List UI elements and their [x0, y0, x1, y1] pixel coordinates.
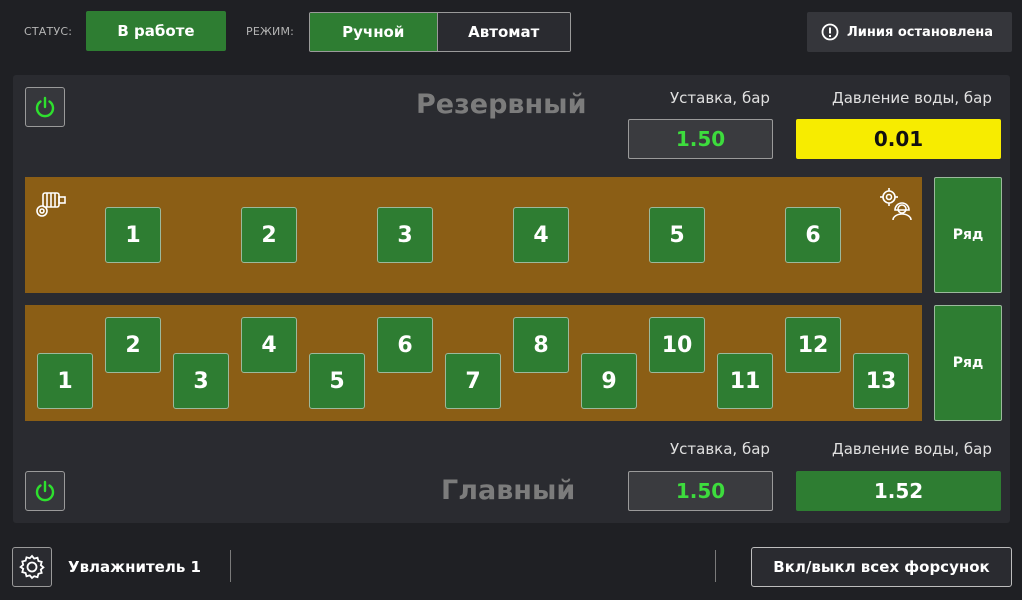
status-label: СТАТУС: — [24, 25, 73, 38]
toggle-all-nozzles-button[interactable]: Вкл/выкл всех форсунок — [751, 547, 1012, 587]
main-nozzle-button[interactable]: 8 — [513, 317, 569, 373]
top-bar: СТАТУС: В работе РЕЖИМ: Ручной Автомат Л… — [0, 0, 1022, 64]
main-title: Главный — [441, 475, 576, 506]
reserve-nozzle-button[interactable]: 5 — [649, 207, 705, 263]
main-nozzle-button[interactable]: 6 — [377, 317, 433, 373]
main-pressure-value: 1.52 — [796, 471, 1001, 511]
settings-gear-icon — [18, 553, 46, 581]
line-status-text: Линия остановлена — [847, 24, 994, 40]
main-nozzle-button[interactable]: 13 — [853, 353, 909, 409]
mode-switch: Ручной Автомат — [309, 12, 571, 52]
divider — [715, 550, 716, 582]
power-icon — [33, 479, 57, 503]
main-nozzle-button[interactable]: 7 — [445, 353, 501, 409]
main-nozzle-button[interactable]: 12 — [785, 317, 841, 373]
reserve-nozzle-button[interactable]: 2 — [241, 207, 297, 263]
main-setpoint-field[interactable]: 1.50 — [628, 471, 773, 511]
alert-circle-icon — [821, 23, 839, 41]
mode-auto-button[interactable]: Автомат — [436, 13, 570, 51]
main-power-button[interactable] — [25, 471, 65, 511]
gear-worker-icon — [878, 186, 914, 226]
main-nozzle-button[interactable]: 2 — [105, 317, 161, 373]
main-row-button[interactable]: Ряд — [934, 305, 1002, 421]
mode-manual-button[interactable]: Ручной — [310, 13, 437, 51]
settings-button[interactable] — [12, 547, 52, 587]
main-nozzle-button[interactable]: 9 — [581, 353, 637, 409]
motor-icon — [34, 187, 68, 225]
main-setpoint-label: Уставка, бар — [670, 440, 770, 458]
reserve-nozzle-button[interactable]: 1 — [105, 207, 161, 263]
reserve-row-button[interactable]: Ряд — [934, 177, 1002, 293]
main-nozzle-button[interactable]: 5 — [309, 353, 365, 409]
mode-label: РЕЖИМ: — [246, 25, 295, 38]
main-nozzle-button[interactable]: 3 — [173, 353, 229, 409]
reserve-nozzle-button[interactable]: 4 — [513, 207, 569, 263]
main-nozzle-button[interactable]: 4 — [241, 317, 297, 373]
line-status-indicator[interactable]: Линия остановлена — [807, 12, 1012, 52]
reserve-setpoint-label: Уставка, бар — [670, 89, 770, 107]
device-name: Увлажнитель 1 — [68, 558, 201, 576]
reserve-power-button[interactable] — [25, 87, 65, 127]
reserve-pressure-label: Давление воды, бар — [832, 89, 992, 107]
reserve-nozzle-button[interactable]: 3 — [377, 207, 433, 263]
main-nozzle-button[interactable]: 10 — [649, 317, 705, 373]
power-icon — [33, 95, 57, 119]
status-badge: В работе — [86, 11, 226, 51]
main-nozzle-button[interactable]: 1 — [37, 353, 93, 409]
reserve-nozzle-button[interactable]: 6 — [785, 207, 841, 263]
main-nozzle-button[interactable]: 11 — [717, 353, 773, 409]
reserve-setpoint-field[interactable]: 1.50 — [628, 119, 773, 159]
main-pressure-label: Давление воды, бар — [832, 440, 992, 458]
divider — [230, 550, 231, 582]
reserve-pressure-value: 0.01 — [796, 119, 1001, 159]
reserve-title: Резервный — [416, 89, 587, 120]
